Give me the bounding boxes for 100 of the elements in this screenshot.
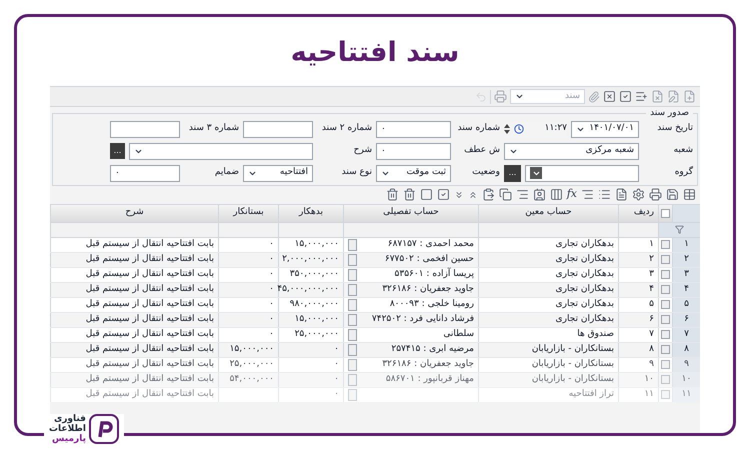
input-field[interactable]: ۰ — [110, 164, 180, 182]
column-header[interactable]: بدهکار — [278, 204, 343, 222]
input-field[interactable] — [110, 120, 180, 138]
table-row[interactable]: ۱۰ ۱۰ بستانکاران - بازاریابان مهناز قربانپور : ۵۸۶۷۰۱ ۰ ۵۴,۰۰۰,۰۰۰ بابت افتتاحیه انتقال از سیستم قبل — [50, 372, 700, 388]
lookup-button[interactable] — [348, 298, 357, 310]
input-field[interactable]: ۰ — [376, 142, 451, 160]
align-icon[interactable] — [516, 188, 529, 201]
table-cell: ۱ — [618, 238, 658, 252]
table-cell: ۳ — [618, 268, 658, 282]
table-row[interactable]: ۸ ۸ بستانکاران - بازاریابان مرضیه ابری : ۲۵۷۴۱۵ ۰ ۱۵,۰۰۰,۰۰۰ بابت افتتاحیه انتقال از سیستم قبل — [50, 342, 700, 358]
table-cell-text: جاوید جعفریان : ۳۲۶۱۸۶ — [382, 282, 474, 296]
field-label: ضمایم — [214, 166, 239, 180]
filter-cell[interactable] — [658, 222, 700, 236]
checkbox[interactable] — [661, 360, 670, 369]
table-row[interactable]: ۵ ۵ بدهکاران تجاری رومینا خلجی : ۸۰۰۰۹۳ ۹۸۰,۰۰۰,۰۰۰ ۰ بابت افتتاحیه انتقال از سیستم قبل — [50, 298, 700, 312]
close-icon[interactable] — [603, 90, 616, 103]
add-document-icon[interactable] — [683, 90, 696, 103]
lookup-button[interactable] — [348, 314, 357, 326]
lookup-button[interactable] — [348, 238, 357, 250]
columns-icon[interactable] — [550, 188, 563, 201]
lookup-button[interactable]: ... — [504, 164, 521, 182]
paperclip-icon[interactable] — [588, 90, 600, 102]
check-icon[interactable] — [619, 90, 632, 103]
checkbox[interactable] — [661, 300, 670, 309]
dropdown-icon[interactable] — [530, 167, 542, 179]
combo-field[interactable] — [525, 164, 639, 182]
lookup-button[interactable] — [348, 388, 357, 400]
lookup-button[interactable] — [348, 254, 357, 266]
row-header-cell: ۳ — [672, 268, 700, 282]
table-cell: ۲ — [618, 252, 658, 266]
table-cell: ۴ — [618, 282, 658, 296]
checkbox[interactable] — [661, 375, 670, 384]
checkbox[interactable] — [661, 390, 670, 399]
select-field[interactable]: شعبه مرکزی — [504, 142, 639, 160]
formula-button[interactable]: fx — [566, 186, 577, 203]
checkbox[interactable] — [661, 285, 670, 294]
table-row[interactable]: ۱ ۱ بدهکاران تجاری محمد احمدی : ۶۸۷۱۵۷ ۱۵,۰۰۰,۰۰۰ ۰ بابت افتتاحیه انتقال از سیستم قبل — [50, 238, 700, 252]
row-header-cell: ۲ — [672, 252, 700, 266]
table-icon[interactable] — [683, 188, 696, 201]
table-cell: بستانکاران - بازاریابان — [478, 372, 618, 386]
table-cell: ۸ — [618, 342, 658, 356]
paste-icon[interactable] — [482, 188, 495, 201]
print-icon[interactable] — [649, 188, 662, 201]
contact-card-icon[interactable] — [532, 188, 546, 201]
lookup-button[interactable] — [348, 358, 357, 370]
input-field[interactable] — [243, 120, 313, 138]
select-field[interactable] — [129, 142, 313, 160]
column-header[interactable]: بستانکار — [218, 204, 278, 222]
align-icon[interactable] — [581, 188, 594, 201]
document-icon[interactable] — [615, 188, 628, 201]
logo-mark-icon — [88, 414, 119, 444]
clock-icon — [514, 124, 524, 134]
lookup-button[interactable] — [348, 344, 357, 356]
checkbox[interactable] — [661, 345, 670, 354]
lookup-button[interactable] — [348, 328, 357, 340]
collapse-icon[interactable] — [468, 190, 478, 200]
select-field[interactable]: افتتاحیه — [243, 164, 313, 182]
table-cell-text: سلطانی — [443, 328, 474, 341]
lookup-button[interactable] — [348, 374, 357, 386]
table-row[interactable]: ۶ ۶ بدهکاران تجاری فرشاد دانایی فرد : ۷۴۲۵۰۲ ۱۵,۰۰۰,۰۰۰ ۰ بابت افتتاحیه انتقال از سیستم قبل — [50, 312, 700, 328]
delete-icon[interactable] — [386, 188, 399, 201]
table-row[interactable]: ۲ ۲ بدهکاران تجاری حسین افخمی : ۶۷۷۵۰۲ ۲,۰۰۰,۰۰۰,۰۰۰ ۰ بابت افتتاحیه انتقال از سیستم قبل — [50, 252, 700, 268]
select-field[interactable]: ثبت موقت — [376, 164, 451, 182]
checkbox[interactable] — [661, 330, 670, 339]
column-header[interactable]: شرح — [50, 204, 218, 222]
table-cell: ۴۵,۰۰۰,۰۰۰,۰۰۰ — [278, 282, 343, 296]
input-field[interactable]: ۰ — [376, 120, 451, 138]
table-cell: بابت افتتاحیه انتقال از سیستم قبل — [50, 388, 218, 402]
table-cell-text: جاوید جعفریان : ۳۲۶۱۸۶ — [382, 358, 474, 371]
delete-icon[interactable] — [402, 188, 416, 201]
checkbox[interactable] — [661, 240, 670, 249]
table-row[interactable]: ۴ ۴ بدهکاران تجاری جاوید جعفریان : ۳۲۶۱۸۶ ۴۵,۰۰۰,۰۰۰,۰۰۰ ۰ بابت افتتاحیه انتقال از سیستم قبل — [50, 282, 700, 298]
spinner-icon[interactable] — [504, 123, 510, 135]
uncheck-all-icon[interactable] — [420, 188, 433, 201]
table-cell: ۰ — [278, 372, 343, 386]
checkbox[interactable] — [661, 315, 670, 324]
column-header[interactable]: ردیف — [618, 204, 658, 222]
date-select[interactable]: ۱۴۰۱/۰۷/۰۱ — [571, 120, 639, 138]
table-cell: بستانکاران - بازاریابان — [478, 358, 618, 372]
checkbox[interactable] — [661, 208, 670, 218]
expand-icon[interactable] — [454, 190, 464, 200]
checkbox[interactable] — [661, 270, 670, 279]
table-row[interactable]: ۷ ۷ صندوق ها سلطانی ۲۵,۰۰۰,۰۰۰ ۰ بابت افتتاحیه انتقال از سیستم قبل — [50, 328, 700, 342]
table-row[interactable]: ۹ ۹ بستانکاران - بازاریابان جاوید جعفریان : ۳۲۶۱۸۶ ۰ ۲۵,۰۰۰,۰۰۰ بابت افتتاحیه انتقال از سیستم قبل — [50, 358, 700, 372]
row-header-cell: ۹ — [672, 358, 700, 372]
settings-icon[interactable] — [632, 188, 645, 201]
table-row[interactable]: ۳ ۳ بدهکاران تجاری پریسا آزاده : ۵۳۵۶۰۱ ۳۵۰,۰۰۰,۰۰۰ ۰ بابت افتتاحیه انتقال از سیستم قبل — [50, 268, 700, 282]
edit-document-icon[interactable] — [667, 90, 680, 103]
column-header[interactable]: حساب معین — [478, 204, 618, 222]
lookup-button[interactable] — [348, 284, 357, 296]
column-header[interactable]: حساب تفصیلی — [343, 204, 478, 222]
copy-icon[interactable] — [498, 188, 512, 201]
table-cell: ۰ — [278, 342, 343, 356]
lookup-button[interactable]: ... — [110, 143, 125, 159]
field-label: وضعیت — [471, 166, 500, 180]
save-icon[interactable] — [666, 188, 679, 201]
field-label: نوع سند — [340, 166, 372, 180]
check-all-icon[interactable] — [436, 188, 450, 201]
lookup-button[interactable] — [348, 268, 357, 280]
checkbox[interactable] — [661, 255, 670, 264]
